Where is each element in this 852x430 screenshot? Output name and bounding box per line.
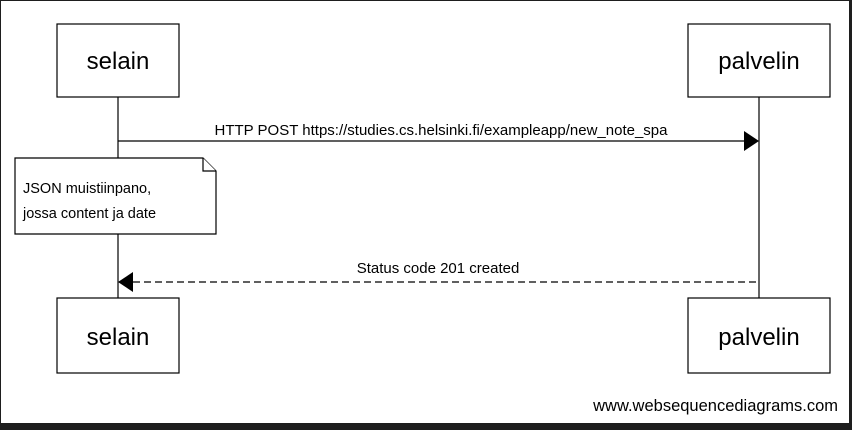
participant-label: palvelin [718,324,799,351]
participant-label: palvelin [718,48,799,75]
participant-server-bottom[interactable]: palvelin [687,297,831,374]
sequence-diagram: selain palvelin HTTP POST https://studie… [1,1,849,423]
message-label: HTTP POST https://studies.cs.helsinki.fi… [214,122,668,139]
note-line-2: jossa content ja date [22,206,156,222]
note-line-1: JSON muistiinpano, [23,181,151,197]
participant-label: selain [87,324,150,351]
participant-label: selain [87,48,150,75]
note[interactable]: JSON muistiinpano, jossa content ja date [14,157,217,235]
participant-server-top[interactable]: palvelin [687,23,831,98]
participant-client-bottom[interactable]: selain [56,297,180,374]
watermark-text: www.websequencediagrams.com [592,397,838,415]
message-label: Status code 201 created [357,260,520,277]
participant-client-top[interactable]: selain [56,23,180,98]
